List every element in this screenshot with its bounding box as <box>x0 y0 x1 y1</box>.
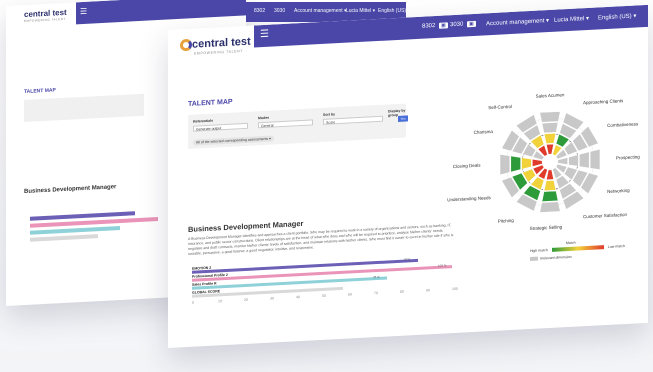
credits-b-icon: ▣ <box>467 20 476 28</box>
front-screen: central test EMPOWERING TALENT ☰ 8302 ▣ … <box>168 4 648 348</box>
back-filter-panel <box>24 93 144 123</box>
radar-segment <box>539 201 561 213</box>
back-language-menu[interactable]: English (US) ▾ <box>378 8 410 14</box>
modes-select[interactable]: General <box>258 119 313 129</box>
radar-segment <box>499 154 511 176</box>
score-value: 100 % <box>438 263 447 268</box>
account-management-menu[interactable]: Account management ▾ <box>486 17 549 27</box>
axis-tick: 100 <box>452 286 458 292</box>
back-navbar: ☰ <box>76 0 246 25</box>
back-section-title: Business Development Manager <box>24 184 117 196</box>
axis-tick: 20 <box>244 297 248 303</box>
radar-segment <box>589 148 601 170</box>
axis-tick: 10 <box>218 299 222 304</box>
back-logo[interactable]: central test EMPOWERING TALENT <box>6 2 76 29</box>
axis-tick: 40 <box>296 295 300 300</box>
back-credit-b: 3030 <box>274 8 286 14</box>
credits-a-value: 8302 <box>422 22 436 30</box>
page-title: TALENT MAP <box>188 98 233 108</box>
sort-select[interactable]: Score <box>323 115 383 125</box>
back-topbar: central test EMPOWERING TALENT ☰ <box>6 0 246 29</box>
axis-tick: 80 <box>400 289 404 294</box>
logo[interactable]: central test EMPOWERING TALENT <box>168 25 254 66</box>
radar-segment <box>543 132 557 144</box>
radar-axis-label: Pitching <box>497 218 514 224</box>
axis-tick: 50 <box>322 293 326 298</box>
axis-tick: 0 <box>192 300 194 305</box>
back-logo-sub: EMPOWERING TALENT <box>24 16 66 24</box>
back-account-menu[interactable]: Account management ▾ <box>294 8 347 14</box>
language-menu[interactable]: English (US) ▾ <box>598 12 636 21</box>
radar-segment <box>539 111 561 123</box>
radar-segment <box>541 122 559 134</box>
radar-segment <box>521 157 532 170</box>
radar-axis-label: Charisma <box>473 128 493 135</box>
legend-irrelevant-swatch <box>530 256 538 262</box>
axis-tick: 30 <box>270 296 274 301</box>
credits-counter: 8302 ▣ <box>422 22 448 30</box>
legend-high-match: High match <box>530 248 548 254</box>
hamburger-menu-icon[interactable]: ☰ <box>80 7 88 16</box>
legend-gradient <box>552 245 604 252</box>
axis-tick: 60 <box>348 292 352 297</box>
filter-label-referentials: Referentials <box>193 118 214 124</box>
credits-b-value: 3030 <box>450 21 464 29</box>
radar-segment <box>541 190 559 202</box>
score-value: 87.5 <box>404 257 411 262</box>
back-score-bars <box>30 209 180 245</box>
back-page-title: TALENT MAP <box>24 87 56 96</box>
logo-mark-icon <box>180 38 192 52</box>
legend-irrelevant: Irrelevant dimension <box>540 254 572 261</box>
axis-tick: 90 <box>426 288 430 293</box>
credits-a-icon: ▣ <box>439 22 448 29</box>
radar-segment <box>546 169 554 181</box>
credits-counter-2: 3030 ▣ <box>450 20 476 29</box>
radar-segment <box>510 155 521 173</box>
radar-segment <box>568 154 579 167</box>
assessments-filter-chip[interactable]: All of the selected corresponding assess… <box>193 135 274 146</box>
display-group-toggle[interactable]: Yes <box>398 115 408 122</box>
radar-segment <box>546 143 554 155</box>
back-user-menu[interactable]: Lucia Mittel ▾ <box>346 8 375 14</box>
radar-segment <box>579 151 590 169</box>
filter-panel: Referentials Generate output Modes Gener… <box>188 103 408 149</box>
radar-segment <box>543 180 557 191</box>
user-menu[interactable]: Lucia Mittel ▾ <box>554 15 589 24</box>
back-credit-a: 8302 <box>254 8 266 14</box>
filter-label-modes: Modes <box>258 115 270 121</box>
hamburger-menu-icon[interactable]: ☰ <box>260 29 269 40</box>
referentials-select[interactable]: Generate output <box>193 122 248 132</box>
filter-label-sort: Sort by <box>323 112 336 117</box>
legend-title: Match <box>566 240 576 246</box>
axis-tick: 70 <box>374 290 378 296</box>
legend-low-match: Low match <box>608 244 625 249</box>
score-value: 75 % <box>373 274 380 280</box>
